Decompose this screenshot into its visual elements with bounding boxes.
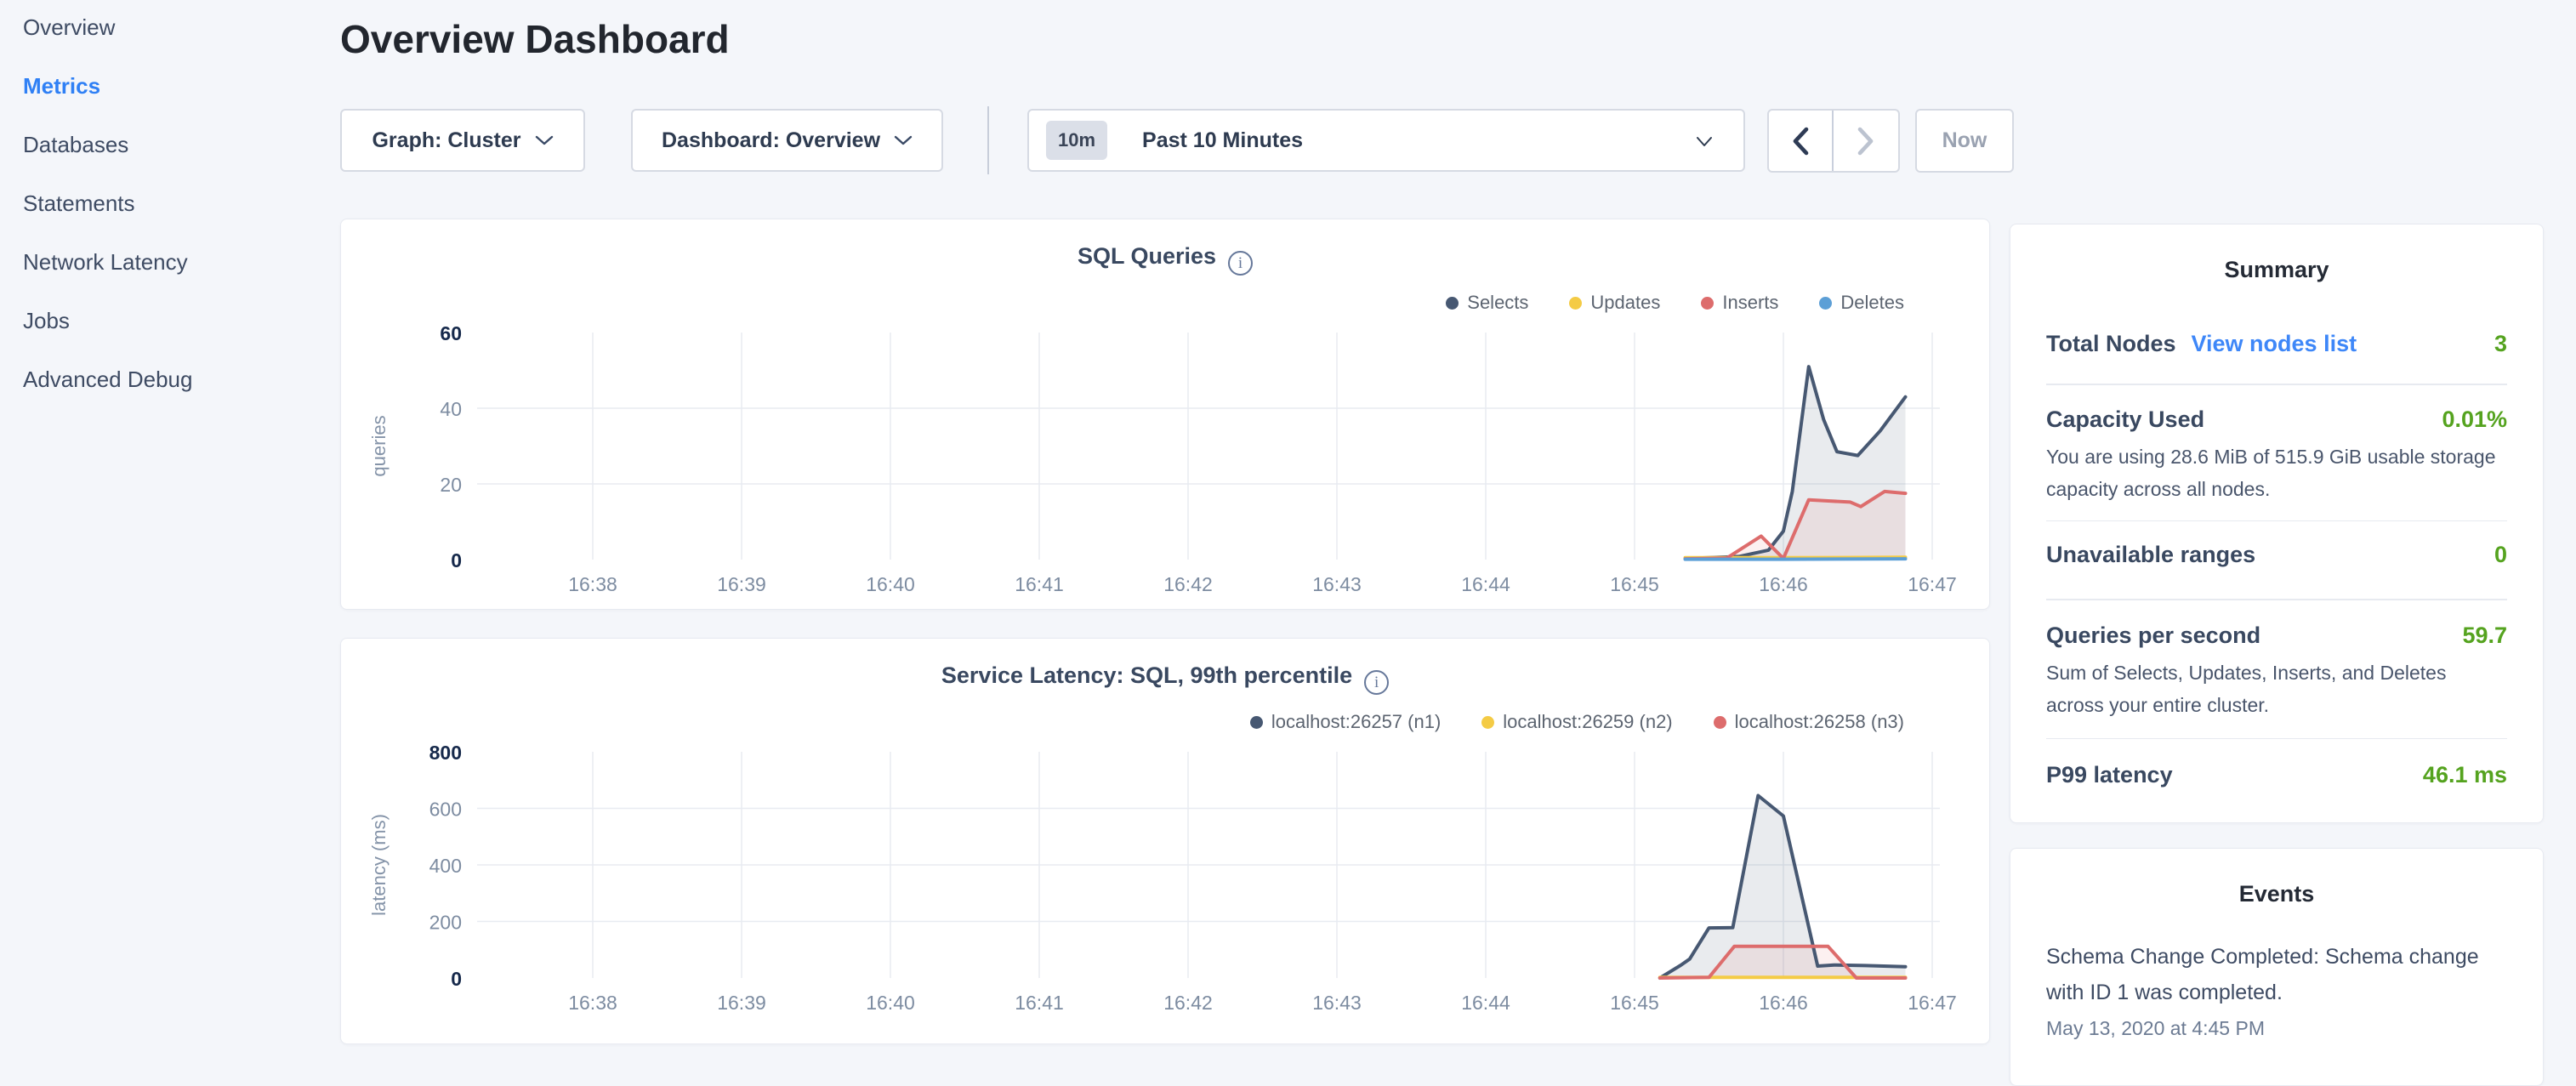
- summary-row-value: 0: [2494, 542, 2507, 568]
- svg-text:16:46: 16:46: [1759, 573, 1808, 595]
- svg-text:60: 60: [440, 322, 462, 344]
- svg-text:40: 40: [440, 398, 462, 420]
- time-step-forward-button[interactable]: [1834, 111, 1898, 171]
- summary-row-description: Sum of Selects, Updates, Inserts, and De…: [2046, 657, 2507, 721]
- svg-text:200: 200: [429, 912, 462, 934]
- chevron-down-icon: [1696, 136, 1713, 148]
- chevron-right-icon: [1857, 127, 1875, 156]
- event-item-text[interactable]: Schema Change Completed: Schema change w…: [2046, 939, 2507, 1010]
- chevron-down-icon: [894, 135, 913, 146]
- service-latency-chart-card: Service Latency: SQL, 99th percentilei l…: [340, 638, 1990, 1044]
- dashboard-dropdown-label: Dashboard: Overview: [662, 128, 880, 153]
- sql-queries-chart-card: SQL Queriesi Selects Updates Inserts Del…: [340, 219, 1990, 610]
- summary-row-label: Total Nodes: [2046, 331, 2176, 356]
- graph-dropdown-label: Graph: Cluster: [372, 128, 520, 153]
- divider: [2046, 599, 2507, 600]
- svg-text:16:40: 16:40: [866, 573, 915, 595]
- svg-text:16:46: 16:46: [1759, 992, 1808, 1014]
- events-panel: Events Schema Change Completed: Schema c…: [2010, 848, 2544, 1086]
- summary-row-value: 3: [2494, 331, 2507, 357]
- summary-row-label: P99 latency: [2046, 762, 2173, 788]
- summary-row-unavailable-ranges: Unavailable ranges 0: [2046, 542, 2507, 576]
- time-step-back-button[interactable]: [1769, 111, 1834, 171]
- time-range-label: Past 10 Minutes: [1142, 128, 1303, 153]
- svg-text:16:40: 16:40: [866, 992, 915, 1014]
- svg-text:16:41: 16:41: [1015, 573, 1064, 595]
- svg-text:16:45: 16:45: [1610, 992, 1659, 1014]
- summary-row-value: 59.7: [2462, 623, 2507, 649]
- sql-queries-plot[interactable]: 16:38 16:39 16:40 16:41 16:42 16:43 16:44 16:45…: [341, 219, 1991, 611]
- summary-panel: Summary Total Nodes View nodes list 3 Cap…: [2010, 224, 2544, 823]
- sidebar-item-metrics[interactable]: Metrics: [23, 72, 340, 100]
- summary-row-label: Queries per second: [2046, 623, 2260, 649]
- view-nodes-list-link[interactable]: View nodes list: [2192, 331, 2357, 356]
- controls-bar: Graph: Cluster Dashboard: Overview 10m P…: [340, 109, 1990, 173]
- time-range-badge: 10m: [1046, 121, 1107, 160]
- events-title: Events: [2046, 879, 2507, 908]
- svg-text:0: 0: [451, 549, 462, 571]
- summary-row-p99-latency: P99 latency 46.1 ms: [2046, 762, 2507, 796]
- controls-divider: [987, 106, 989, 174]
- time-range-selector[interactable]: 10m Past 10 Minutes: [1027, 109, 1745, 172]
- svg-text:16:42: 16:42: [1163, 992, 1213, 1014]
- summary-row-label: Unavailable ranges: [2046, 542, 2255, 568]
- sidebar-item-jobs[interactable]: Jobs: [23, 307, 340, 334]
- svg-text:16:39: 16:39: [717, 992, 766, 1014]
- svg-text:400: 400: [429, 855, 462, 877]
- page-title: Overview Dashboard: [340, 14, 730, 65]
- time-step-buttons: [1767, 109, 1900, 173]
- dashboard-dropdown[interactable]: Dashboard: Overview: [631, 109, 943, 172]
- svg-text:16:38: 16:38: [568, 573, 617, 595]
- summary-row-label: Capacity Used: [2046, 407, 2204, 433]
- service-latency-plot[interactable]: 16:38 16:39 16:40 16:41 16:42 16:43 16:44 16:45…: [341, 639, 1991, 1045]
- svg-text:0: 0: [451, 968, 462, 990]
- event-item-timestamp: May 13, 2020 at 4:45 PM: [2046, 1015, 2507, 1041]
- summary-row-total-nodes: Total Nodes View nodes list 3: [2046, 331, 2507, 365]
- svg-text:16:45: 16:45: [1610, 573, 1659, 595]
- svg-text:16:42: 16:42: [1163, 573, 1213, 595]
- summary-row-capacity-used: Capacity Used 0.01%: [2046, 407, 2507, 441]
- svg-text:600: 600: [429, 799, 462, 821]
- svg-text:16:44: 16:44: [1461, 992, 1510, 1014]
- now-button[interactable]: Now: [1915, 109, 2014, 173]
- summary-row-value: 0.01%: [2442, 407, 2507, 433]
- svg-text:16:38: 16:38: [568, 992, 617, 1014]
- svg-text:20: 20: [440, 474, 462, 496]
- right-column: Summary Total Nodes View nodes list 3 Cap…: [2010, 0, 2544, 1051]
- divider: [2046, 520, 2507, 522]
- sidebar-item-statements[interactable]: Statements: [23, 190, 340, 217]
- chevron-down-icon: [535, 135, 554, 146]
- svg-text:16:43: 16:43: [1312, 573, 1362, 595]
- sidebar-item-overview[interactable]: Overview: [23, 14, 340, 41]
- svg-text:queries: queries: [368, 415, 390, 476]
- summary-row-queries-per-second: Queries per second 59.7: [2046, 623, 2507, 657]
- divider: [2046, 384, 2507, 385]
- divider: [2046, 738, 2507, 740]
- summary-row-value: 46.1 ms: [2423, 762, 2507, 788]
- svg-text:16:43: 16:43: [1312, 992, 1362, 1014]
- svg-text:800: 800: [429, 742, 462, 764]
- sidebar-item-databases[interactable]: Databases: [23, 131, 340, 158]
- summary-title: Summary: [2046, 255, 2507, 284]
- svg-text:16:47: 16:47: [1908, 573, 1957, 595]
- svg-text:16:41: 16:41: [1015, 992, 1064, 1014]
- chevron-left-icon: [1791, 127, 1810, 156]
- sidebar: Overview Metrics Databases Statements Ne…: [0, 0, 340, 1051]
- main-content: Overview Dashboard Graph: Cluster Dashbo…: [340, 0, 1990, 1051]
- svg-text:16:44: 16:44: [1461, 573, 1510, 595]
- svg-text:16:39: 16:39: [717, 573, 766, 595]
- sidebar-item-advanced-debug[interactable]: Advanced Debug: [23, 366, 340, 393]
- sidebar-item-network-latency[interactable]: Network Latency: [23, 248, 340, 276]
- graph-dropdown[interactable]: Graph: Cluster: [340, 109, 585, 172]
- svg-text:latency (ms): latency (ms): [368, 814, 390, 916]
- summary-row-description: You are using 28.6 MiB of 515.9 GiB usab…: [2046, 441, 2507, 505]
- svg-text:16:47: 16:47: [1908, 992, 1957, 1014]
